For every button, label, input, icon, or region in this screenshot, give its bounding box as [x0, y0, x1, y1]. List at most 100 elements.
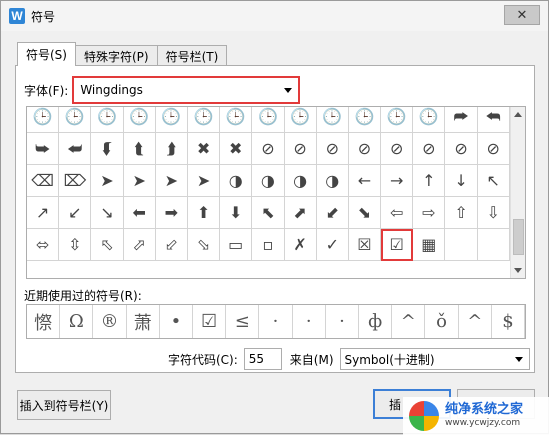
from-select[interactable]: Symbol(十进制): [339, 348, 530, 370]
symbol-cell[interactable]: 🕒: [348, 107, 382, 133]
symbol-cell[interactable]: ⬀: [123, 229, 156, 261]
symbol-cell[interactable]: ◑: [316, 165, 349, 197]
symbol-cell[interactable]: 🕒: [155, 107, 188, 133]
symbol-cell[interactable]: ⇧: [445, 197, 478, 229]
symbol-cell[interactable]: ↘: [91, 197, 124, 229]
symbol-cell[interactable]: ☑: [381, 229, 414, 261]
scroll-thumb[interactable]: [513, 219, 524, 255]
tab-symbols[interactable]: 符号(S): [17, 42, 76, 66]
symbol-cell[interactable]: ➤: [91, 165, 124, 197]
symbol-cell[interactable]: ⬄: [27, 229, 60, 261]
symbol-cell[interactable]: 🕒: [413, 107, 446, 133]
recent-symbol-cell[interactable]: ·: [326, 305, 360, 338]
recent-symbol-cell[interactable]: ☑: [193, 305, 227, 338]
symbol-cell[interactable]: ⮪: [477, 107, 510, 133]
symbol-cell[interactable]: ⌫: [27, 165, 60, 197]
insert-to-bar-button[interactable]: 插入到符号栏(Y): [17, 390, 111, 420]
symbol-cell[interactable]: 🕒: [381, 107, 414, 133]
symbol-cell[interactable]: ⊘: [381, 133, 414, 165]
close-button[interactable]: ✕: [504, 5, 540, 25]
symbol-cell[interactable]: ◑: [284, 165, 317, 197]
recent-symbol-cell[interactable]: ®: [93, 305, 127, 338]
symbol-cell[interactable]: ⮩: [27, 133, 60, 165]
symbol-cell[interactable]: ✖: [187, 133, 221, 165]
symbol-cell[interactable]: ⬉: [252, 197, 285, 229]
symbol-cell[interactable]: ⮬: [123, 133, 156, 165]
recent-symbol-cell[interactable]: ^: [459, 305, 492, 338]
symbol-cell[interactable]: ⮭: [155, 133, 188, 165]
char-code-input[interactable]: 55: [243, 348, 282, 370]
symbol-cell[interactable]: ⬅: [123, 197, 156, 229]
symbol-cell[interactable]: ⇳: [59, 229, 92, 261]
symbol-cell[interactable]: ⬂: [187, 229, 221, 261]
symbol-cell[interactable]: ◑: [252, 165, 285, 197]
symbol-cell[interactable]: ✖: [220, 133, 253, 165]
grid-scrollbar[interactable]: [510, 107, 525, 278]
symbol-cell[interactable]: 🕒: [316, 107, 349, 133]
symbol-cell[interactable]: ⊘: [252, 133, 285, 165]
symbol-cell[interactable]: 🕒: [91, 107, 124, 133]
symbol-cell[interactable]: 🕒: [123, 107, 156, 133]
symbol-cell[interactable]: ⊘: [316, 133, 349, 165]
symbol-cell[interactable]: ⇩: [477, 197, 510, 229]
symbol-cell[interactable]: ⮨: [59, 133, 92, 165]
symbol-cell[interactable]: ➤: [155, 165, 188, 197]
symbol-cell[interactable]: ⊘: [413, 133, 446, 165]
symbol-cell[interactable]: 🕒: [27, 107, 60, 133]
symbol-cell[interactable]: 🕒: [59, 107, 92, 133]
symbol-cell[interactable]: ☒: [348, 229, 382, 261]
symbol-cell[interactable]: ⊘: [284, 133, 317, 165]
symbol-cell[interactable]: ⇨: [413, 197, 446, 229]
scroll-up-icon[interactable]: [514, 112, 522, 117]
symbol-cell[interactable]: ➤: [123, 165, 156, 197]
recent-symbol-cell[interactable]: Ω: [60, 305, 94, 338]
symbol-cell[interactable]: ⮫: [445, 107, 478, 133]
symbol-cell[interactable]: ◑: [220, 165, 253, 197]
font-select[interactable]: Wingdings: [72, 76, 301, 104]
symbol-cell[interactable]: ↓: [445, 165, 478, 197]
recent-symbol-cell[interactable]: ·: [293, 305, 326, 338]
symbol-cell[interactable]: ⇦: [381, 197, 414, 229]
symbol-cell[interactable]: 🕒: [187, 107, 221, 133]
recent-symbol-cell[interactable]: •: [160, 305, 194, 338]
symbol-cell[interactable]: ↖: [477, 165, 510, 197]
symbol-cell[interactable]: ⌦: [59, 165, 92, 197]
recent-symbol-cell[interactable]: 憏: [27, 305, 61, 338]
symbol-cell[interactable]: ←: [348, 165, 382, 197]
recent-symbol-cell[interactable]: ǒ: [425, 305, 459, 338]
symbol-cell[interactable]: ▦: [413, 229, 446, 261]
symbol-cell[interactable]: ⮮: [91, 133, 124, 165]
recent-symbol-cell[interactable]: ф: [359, 305, 393, 338]
symbol-cell[interactable]: ⬁: [91, 229, 124, 261]
recent-symbol-cell[interactable]: $: [492, 305, 526, 338]
symbol-cell[interactable]: ✗: [284, 229, 317, 261]
symbol-cell[interactable]: ✓: [316, 229, 349, 261]
symbol-cell[interactable]: 🕒: [252, 107, 285, 133]
symbol-cell[interactable]: ⬊: [348, 197, 382, 229]
tab-symbol-bar[interactable]: 符号栏(T): [156, 45, 228, 66]
symbol-cell[interactable]: ➤: [187, 165, 221, 197]
symbol-cell[interactable]: ↙: [59, 197, 92, 229]
symbol-cell[interactable]: 🕒: [284, 107, 317, 133]
tab-special-chars[interactable]: 特殊字符(P): [74, 45, 158, 66]
symbol-cell[interactable]: 🕒: [220, 107, 253, 133]
symbol-cell[interactable]: ➡: [155, 197, 188, 229]
symbol-cell[interactable]: ⬃: [155, 229, 188, 261]
symbol-cell[interactable]: ▫: [252, 229, 285, 261]
symbol-cell[interactable]: ▭: [220, 229, 253, 261]
symbol-cell[interactable]: ⬈: [284, 197, 317, 229]
symbol-cell[interactable]: ↗: [27, 197, 60, 229]
recent-symbol-cell[interactable]: 萧: [127, 305, 160, 338]
scroll-down-icon[interactable]: [514, 268, 522, 273]
symbol-cell[interactable]: ⬆: [187, 197, 221, 229]
recent-symbol-cell[interactable]: ^: [392, 305, 426, 338]
symbol-cell[interactable]: ⊘: [348, 133, 382, 165]
symbol-cell[interactable]: ↑: [413, 165, 446, 197]
symbol-cell[interactable]: ⊘: [477, 133, 510, 165]
symbol-cell[interactable]: ⊘: [445, 133, 478, 165]
symbol-cell[interactable]: ⬋: [316, 197, 349, 229]
recent-symbol-cell[interactable]: ≤: [226, 305, 260, 338]
recent-symbol-cell[interactable]: ·: [259, 305, 293, 338]
symbol-cell[interactable]: →: [381, 165, 414, 197]
symbol-cell[interactable]: ⬇: [220, 197, 253, 229]
